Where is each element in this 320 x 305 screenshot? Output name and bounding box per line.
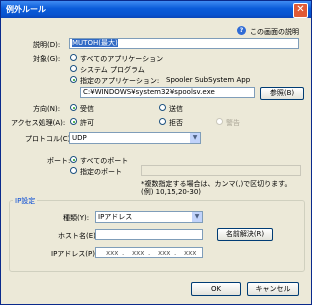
ip-octet-4: xxx — [184, 249, 197, 257]
target-specific-app-label[interactable]: 指定のアプリケーション: — [80, 76, 159, 86]
title-bar[interactable]: 例外ルール ✕ — [1, 1, 311, 18]
port-all-label[interactable]: すべてのポート — [80, 156, 128, 166]
target-label: 対象(G): — [33, 55, 61, 63]
window-title: 例外ルール — [6, 5, 46, 14]
description-field[interactable]: MUTOH(最大) — [69, 38, 299, 49]
help-icon[interactable]: ? — [237, 26, 246, 35]
ip-address-label: IPアドレス(P): — [51, 250, 98, 258]
direction-label: 方向(N): — [33, 105, 61, 113]
direction-inbound-radio[interactable] — [70, 104, 77, 111]
target-specific-app-radio[interactable] — [70, 76, 77, 83]
access-allow-label[interactable]: 許可 — [80, 118, 94, 128]
port-specific-label[interactable]: 指定のポート — [80, 167, 122, 177]
target-system-radio[interactable] — [70, 65, 77, 72]
port-label: ポート: — [47, 157, 71, 165]
access-deny-radio[interactable] — [159, 118, 166, 125]
ok-button[interactable]: OK — [191, 282, 241, 296]
exception-rule-dialog: 例外ルール ✕ ? この画面の説明 説明(D): MUTOH(最大) 対象(G)… — [0, 0, 312, 305]
ip-octet-2: xxx — [132, 249, 145, 257]
ip-type-value: IPアドレス — [98, 213, 133, 221]
ip-dot-1: . — [122, 249, 125, 257]
ip-type-label: 種類(Y): — [63, 214, 90, 222]
cancel-button[interactable]: キャンセル — [247, 282, 299, 296]
resolve-button[interactable]: 名前解決(R) — [217, 228, 273, 241]
app-path-field[interactable]: C:¥WINDOWS¥system32¥spoolsv.exe — [80, 87, 255, 98]
protocol-label: プロトコル(C): — [25, 135, 73, 143]
ip-type-select[interactable]: IPアドレス ▼ — [95, 211, 203, 223]
target-system-label[interactable]: システム プログラム — [80, 65, 145, 75]
port-note-line2: (例) 10,15,20-30) — [141, 188, 202, 196]
ip-octet-3: xxx — [158, 249, 171, 257]
direction-outbound-label[interactable]: 送信 — [169, 104, 183, 114]
protocol-value: UDP — [72, 134, 87, 142]
browse-button[interactable]: 参照(B) — [260, 87, 304, 100]
access-label: アクセス処理(A): — [11, 119, 66, 127]
host-label: ホスト名(E): — [58, 232, 99, 240]
port-all-radio[interactable] — [70, 156, 77, 163]
port-field — [141, 165, 301, 176]
description-value: MUTOH(最大) — [72, 39, 118, 47]
port-specific-radio[interactable] — [70, 167, 77, 174]
access-deny-label[interactable]: 拒否 — [169, 118, 183, 128]
chevron-down-icon[interactable]: ▼ — [190, 133, 200, 143]
protocol-select[interactable]: UDP ▼ — [69, 132, 201, 144]
ip-dot-3: . — [174, 249, 177, 257]
access-allow-radio[interactable] — [70, 118, 77, 125]
ip-dot-2: . — [148, 249, 151, 257]
direction-inbound-label[interactable]: 受信 — [80, 104, 94, 114]
description-label: 説明(D): — [33, 41, 61, 49]
access-warn-radio — [216, 118, 223, 125]
target-all-apps-label[interactable]: すべてのアプリケーション — [80, 54, 163, 64]
help-link[interactable]: この画面の説明 — [250, 27, 299, 37]
ip-address-field[interactable]: xxx . xxx . xxx . xxx — [95, 247, 203, 258]
ip-settings-title: IP設定 — [13, 196, 38, 206]
close-button[interactable]: ✕ — [293, 3, 308, 18]
chevron-down-icon[interactable]: ▼ — [192, 212, 202, 222]
target-app-name: Spooler SubSystem App — [166, 76, 251, 84]
ip-octet-1: xxx — [106, 249, 119, 257]
access-warn-label: 警告 — [226, 119, 240, 127]
target-all-apps-radio[interactable] — [70, 54, 77, 61]
direction-outbound-radio[interactable] — [159, 104, 166, 111]
host-field[interactable] — [95, 229, 203, 240]
